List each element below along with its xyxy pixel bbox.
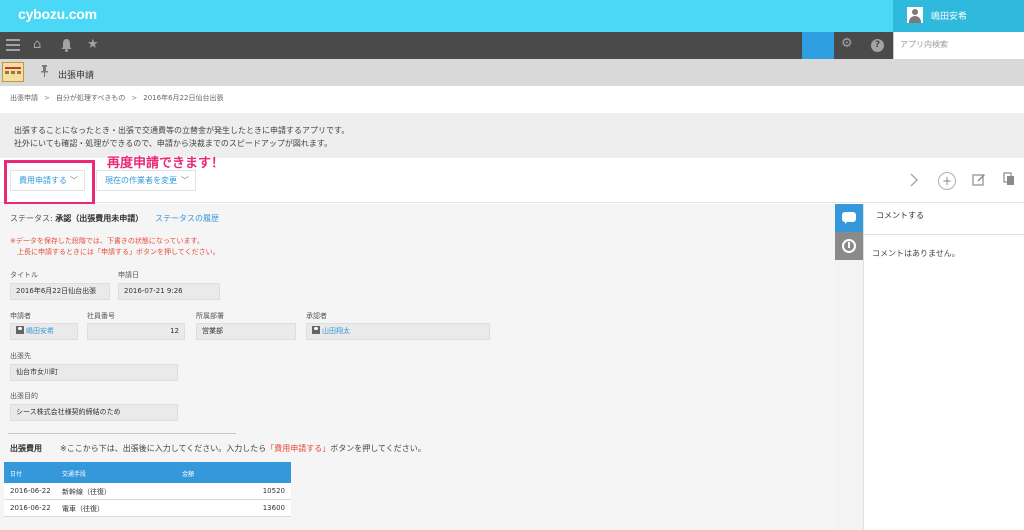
breadcrumb-separator: > [44,94,50,102]
cell-date: 2016-06-22 [10,487,51,495]
description-line: 出張することになったとき・出張で交通費等の立替金が発生したときに申請するアプリで… [14,126,350,135]
app-title[interactable]: 出張申請 [58,68,94,81]
field-title: 2016年6月22日仙台出張 [10,283,110,300]
plus-icon[interactable]: + [938,172,956,190]
field-label-destination: 出張先 [10,352,31,360]
status-value: 承認（出張費用未申請） [55,214,144,223]
tab-comments[interactable] [835,204,863,232]
note-text: ※ここから下は、出張後に入力してください。入力したら [60,444,267,453]
approver-link[interactable]: 山田翔太 [322,327,350,335]
field-label-purpose: 出張目的 [10,392,38,400]
expense-table: 日付 交通手段 金額 2016-06-22 新幹線（往復） 10520 2016… [4,462,291,517]
home-icon[interactable]: ⌂ [33,38,41,52]
cell-amount: 10520 [262,487,285,495]
highlight-box [4,160,95,205]
column-header-date: 日付 [10,471,23,478]
field-label-title: タイトル [10,271,38,279]
expense-section-label: 出張費用 [10,444,42,453]
user-icon [312,326,320,334]
status-line: ステータス: 承認（出張費用未申請） [10,213,143,224]
field-label-approver: 承認者 [306,312,327,320]
note-text: ボタンを押してください。 [330,444,426,453]
note-highlight: 「費用申請する」 [266,444,331,453]
sidebar-tabs [835,204,863,530]
field-employee-no: 12 [87,323,185,340]
user-menu[interactable]: 嶋田安希 [893,0,1024,32]
edit-icon[interactable] [972,172,986,190]
history-icon [842,239,856,253]
comment-icon [842,212,856,224]
global-toolbar: ⌂ ★ ⚙ ? [0,32,1024,59]
menu-icon[interactable] [6,39,20,51]
breadcrumb: 出張申請 > 自分が処理すべきもの >2016年6月22日仙台出張 [10,93,223,103]
brand-bar: cybozu.com [0,0,1024,32]
breadcrumb-item[interactable]: 自分が処理すべきもの [56,94,126,102]
pin-icon[interactable] [40,65,49,80]
applicant-link[interactable]: 嶋田安希 [26,327,54,335]
table-row: 2016-06-22 電車（往復） 13600 [4,500,291,517]
breadcrumb-separator: > [131,94,138,102]
expense-section-note: ※ここから下は、出張後に入力してください。入力したら「費用申請する」ボタンを押し… [60,443,426,454]
search-input[interactable] [900,32,1020,57]
breadcrumb-item[interactable]: 出張申請 [10,94,38,102]
breadcrumb-current: 2016年6月22日仙台出張 [143,94,224,102]
gear-icon[interactable]: ⚙ [841,37,853,51]
no-comments-text: コメントはありません。 [872,249,960,258]
notification-button[interactable] [802,32,834,59]
user-name: 嶋田安希 [931,12,968,22]
field-destination: 仙台市女川町 [10,364,178,381]
draft-warning: ※データを保存した段階では、下書きの状態になっています。 上長に申請するときには… [10,236,220,258]
field-apply-date: 2016-07-21 9:26 [118,283,220,300]
field-department: 営業部 [196,323,296,340]
divider [864,234,1024,235]
comment-panel: コメントする コメントはありません。 [863,204,1024,530]
tab-history[interactable] [835,232,863,260]
change-assignee-button[interactable]: 現在の作業者を変更 ﹀ [96,170,196,191]
change-assignee-label: 現在の作業者を変更 [105,176,177,185]
chevron-right-icon[interactable] [909,172,919,192]
chevron-down-icon: ﹀ [181,176,189,185]
field-purpose: シース株式会社様契約締結のため [10,404,178,421]
column-header-transport: 交通手段 [62,471,87,478]
field-label-employee-no: 社員番号 [87,312,115,320]
cell-transport: 新幹線（往復） [62,488,111,496]
cell-date: 2016-06-22 [10,504,51,512]
section-divider [8,433,236,434]
app-header: 出張申請 [0,59,1024,86]
copy-icon[interactable] [1003,172,1015,190]
add-comment-link[interactable]: コメントする [876,210,924,221]
app-icon[interactable] [2,62,24,82]
brand-logo[interactable]: cybozu.com [18,6,97,22]
help-icon[interactable]: ? [871,39,884,52]
field-approver: 山田翔太 [306,323,490,340]
avatar [907,7,923,23]
bell-icon[interactable] [60,38,73,56]
table-row: 2016-06-22 新幹線（往復） 10520 [4,483,291,500]
field-label-department: 所属部署 [196,312,224,320]
status-label: ステータス: [10,214,53,223]
table-header: 日付 交通手段 金額 [4,462,291,483]
field-label-applicant: 申請者 [10,312,31,320]
warning-line: 上長に申請するときには「申請する」ボタンを押してください。 [17,248,220,256]
app-search [893,32,1024,59]
column-header-amount: 金額 [182,471,195,478]
cell-transport: 電車（往復） [62,505,104,513]
field-applicant: 嶋田安希 [10,323,78,340]
description-line: 社外にいても確認・処理ができるので、申請から決裁までのスピードアップが図れます。 [14,139,333,148]
warning-line: ※データを保存した段階では、下書きの状態になっています。 [10,237,204,245]
status-history-link[interactable]: ステータスの履歴 [155,213,219,224]
user-icon [16,326,24,334]
field-label-apply-date: 申請日 [118,271,139,279]
star-icon[interactable]: ★ [87,38,99,52]
callout-annotation: 再度申請できます！ [107,156,225,171]
cell-amount: 13600 [262,504,285,512]
